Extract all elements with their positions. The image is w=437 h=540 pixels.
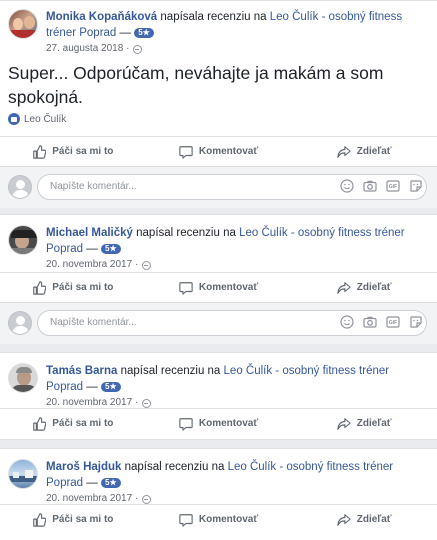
gif-icon[interactable]: GIF — [386, 315, 400, 329]
comment-composer: Napíšte komentár... GIF — [0, 166, 437, 208]
review-verb: napísala recenziu na — [160, 11, 267, 23]
globe-icon — [142, 494, 152, 504]
dash: — — [86, 243, 98, 255]
rating-badge: 5★ — [101, 244, 121, 254]
avatar[interactable] — [8, 459, 38, 489]
action-bar: Páči sa mi to Komentovať Zdieľať — [0, 408, 437, 438]
comment-icon — [179, 281, 193, 295]
avatar[interactable] — [8, 225, 38, 255]
share-icon — [337, 145, 351, 158]
share-button[interactable]: Zdieľať — [291, 505, 437, 534]
share-label: Zdieľať — [356, 146, 392, 157]
svg-text:GIF: GIF — [389, 320, 397, 326]
comment-button[interactable]: Komentovať — [146, 409, 292, 438]
user-avatar — [8, 175, 32, 199]
share-label: Zdieľať — [356, 418, 392, 429]
like-label: Páči sa mi to — [52, 282, 114, 293]
svg-text:GIF: GIF — [389, 184, 397, 190]
comment-button[interactable]: Komentovať — [146, 137, 292, 166]
comment-icon — [179, 513, 193, 527]
share-button[interactable]: Zdieľať — [291, 137, 437, 166]
likes-names[interactable]: Leo Čulík — [24, 114, 66, 125]
comment-label: Komentovať — [198, 418, 259, 429]
comment-icon — [179, 417, 193, 431]
reviewer-name[interactable]: Maroš Hajduk — [46, 461, 121, 473]
globe-icon — [142, 398, 152, 408]
comment-composer: Napíšte komentár... GIF — [0, 302, 437, 344]
review-verb: napísal recenziu na — [120, 365, 221, 377]
comment-icon — [179, 145, 193, 159]
comment-label: Komentovať — [198, 146, 259, 157]
globe-icon — [142, 260, 152, 270]
dash: — — [119, 27, 132, 39]
comment-button[interactable]: Komentovať — [146, 505, 292, 534]
review-verb: napísal recenziu na — [124, 461, 225, 473]
reviewer-name[interactable]: Monika Kopaňáková — [46, 11, 157, 23]
like-button[interactable]: Páči sa mi to — [0, 273, 146, 302]
dash: — — [86, 381, 98, 393]
post-date[interactable]: 27. augusta 2018 · — [46, 42, 129, 56]
action-bar: Páči sa mi to Komentovať Zdieľať — [0, 136, 437, 166]
thumbs-up-icon — [33, 280, 47, 295]
share-icon — [337, 513, 351, 526]
camera-icon[interactable] — [363, 315, 377, 329]
comment-label: Komentovať — [198, 514, 259, 525]
sticker-icon[interactable] — [409, 179, 423, 193]
like-label: Páči sa mi to — [52, 146, 114, 157]
like-label: Páči sa mi to — [52, 418, 114, 429]
globe-icon — [133, 44, 143, 54]
comment-placeholder: Napíšte komentár... — [50, 317, 137, 328]
sticker-icon[interactable] — [409, 315, 423, 329]
review-card: Tamás Barna napísal recenziu na Leo Čulí… — [0, 352, 437, 440]
thumbs-up-icon — [33, 512, 47, 527]
review-card: Maroš Hajduk napísal recenziu na Leo Čul… — [0, 448, 437, 540]
like-button[interactable]: Páči sa mi to — [0, 137, 146, 166]
share-button[interactable]: Zdieľať — [291, 273, 437, 302]
camera-icon[interactable] — [363, 179, 377, 193]
thumbs-up-icon — [33, 144, 47, 159]
thumbs-up-icon — [33, 416, 47, 431]
share-label: Zdieľať — [356, 282, 392, 293]
review-card: Monika Kopaňáková napísala recenziu na L… — [0, 0, 437, 208]
like-button[interactable]: Páči sa mi to — [0, 409, 146, 438]
likes-summary[interactable]: Leo Čulík — [8, 113, 66, 125]
share-button[interactable]: Zdieľať — [291, 409, 437, 438]
emoji-icon[interactable] — [340, 315, 354, 329]
comment-placeholder: Napíšte komentár... — [50, 181, 137, 192]
dash: — — [86, 477, 98, 489]
user-avatar — [8, 311, 32, 335]
avatar[interactable] — [8, 9, 38, 39]
share-icon — [337, 417, 351, 430]
rating-badge: 5★ — [101, 478, 121, 488]
comment-button[interactable]: Komentovať — [146, 273, 292, 302]
action-bar: Páči sa mi to Komentovať Zdieľať — [0, 272, 437, 302]
like-label: Páči sa mi to — [52, 514, 114, 525]
emoji-icon[interactable] — [340, 179, 354, 193]
review-card: Michael Maličký napísal recenziu na Leo … — [0, 214, 437, 344]
share-label: Zdieľať — [356, 514, 392, 525]
share-icon — [337, 281, 351, 294]
like-button[interactable]: Páči sa mi to — [0, 505, 146, 534]
comment-label: Komentovať — [198, 282, 259, 293]
gif-icon[interactable]: GIF — [386, 179, 400, 193]
action-bar: Páči sa mi to Komentovať Zdieľať — [0, 504, 437, 534]
rating-badge: 5★ — [101, 382, 121, 392]
review-verb: napísal recenziu na — [136, 227, 236, 239]
review-text: Super... Odporúčam, neváhajte ja makám a… — [8, 63, 384, 107]
rating-badge: 5★ — [134, 28, 154, 38]
avatar[interactable] — [8, 363, 38, 393]
reviewer-name[interactable]: Michael Maličký — [46, 227, 133, 239]
post-date[interactable]: 20. novembra 2017 · — [46, 258, 138, 272]
like-reaction-icon — [8, 113, 20, 125]
reviewer-name[interactable]: Tamás Barna — [46, 365, 117, 377]
